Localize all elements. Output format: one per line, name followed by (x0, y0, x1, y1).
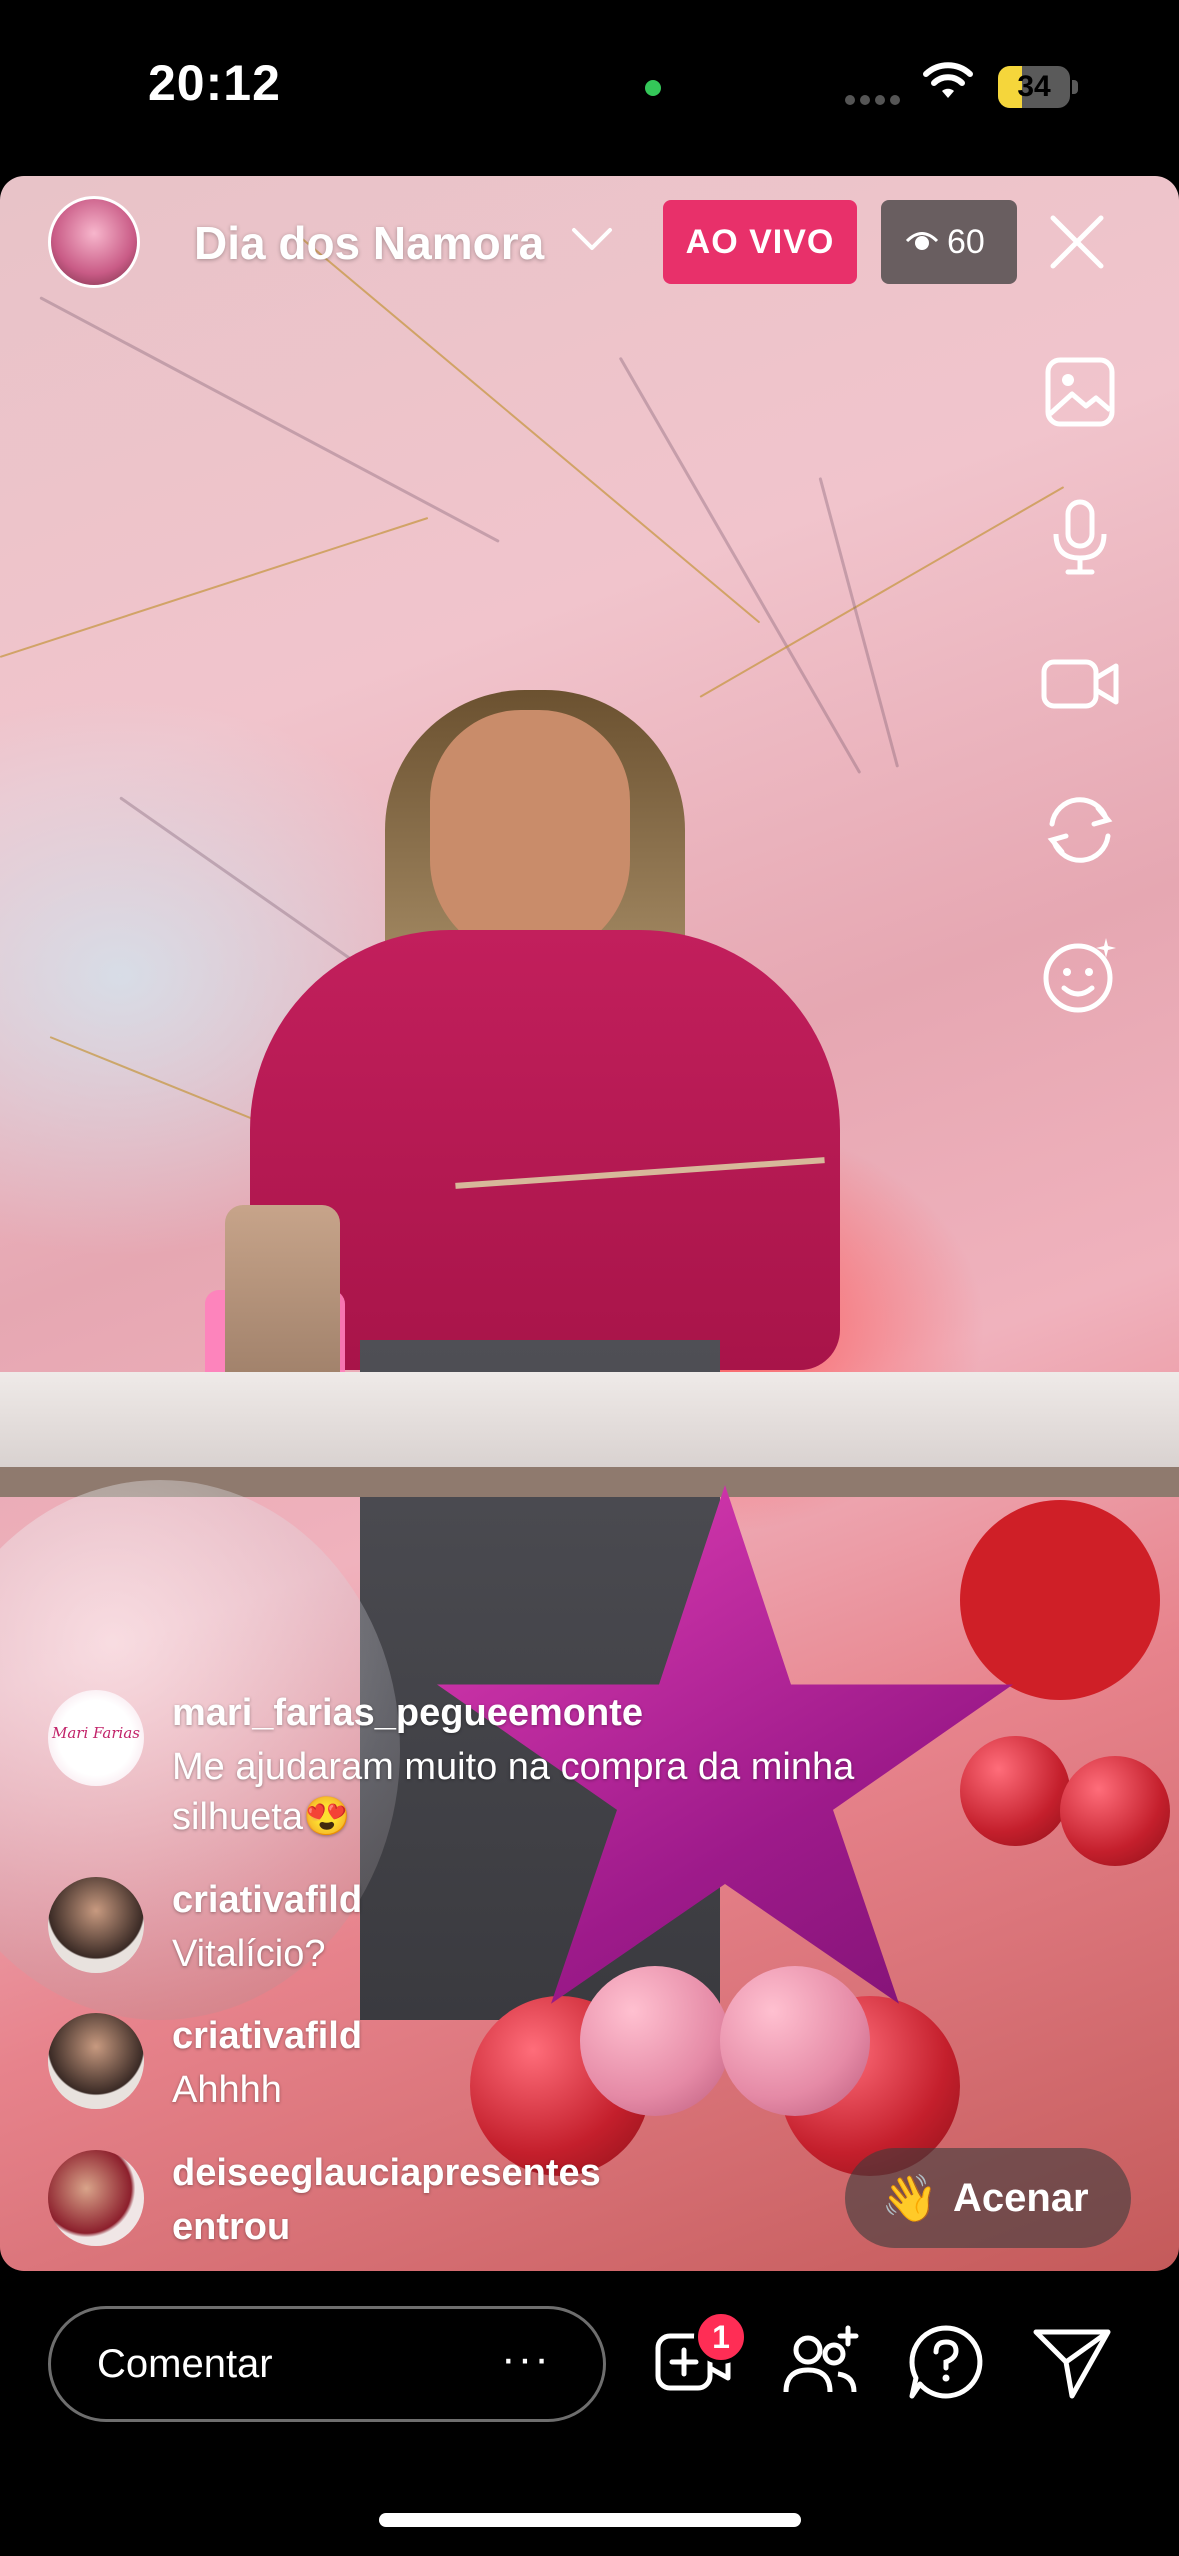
question-icon[interactable] (904, 2320, 988, 2404)
comment-text: Me ajudaram muito na compra da minha sil… (172, 1746, 855, 1838)
add-participant-icon[interactable] (778, 2320, 862, 2404)
wave-button[interactable]: 👋 Acenar (845, 2148, 1131, 2248)
status-time: 20:12 (148, 55, 281, 111)
face-effects-icon[interactable] (1040, 936, 1120, 1016)
gallery-icon[interactable] (1040, 352, 1120, 432)
viewer-count: 60 (947, 223, 985, 261)
microphone-icon[interactable] (1040, 498, 1120, 578)
heart-balloon (960, 1500, 1160, 1700)
cellular-signal-icon (845, 92, 905, 110)
commenter-avatar[interactable]: Mari Farias (48, 1690, 144, 1786)
wifi-icon (923, 62, 973, 98)
comment-username[interactable]: deiseeglauciapresentes (172, 2152, 601, 2195)
battery-level: 34 (1017, 70, 1051, 103)
eye-icon (905, 232, 939, 250)
more-options-button[interactable]: ··· (501, 2309, 551, 2409)
send-icon[interactable] (1030, 2320, 1114, 2404)
comment-username[interactable]: criativafild (172, 1879, 362, 1922)
close-icon[interactable] (1047, 212, 1107, 272)
comment-placeholder: Comentar (97, 2342, 273, 2386)
comment-username[interactable]: mari_farias_pegueemonte (172, 1692, 643, 1735)
notification-badge: 1 (694, 2310, 748, 2364)
commenter-avatar[interactable] (48, 2013, 144, 2109)
status-bar: 20:12 34 (0, 0, 1179, 176)
comment-item[interactable]: criativafild Ahhhh (48, 2013, 948, 2123)
comment-text: Ahhhh (172, 2069, 282, 2111)
comment-username[interactable]: criativafild (172, 2015, 362, 2058)
join-notice[interactable]: deiseeglauciapresentes entrou (48, 2150, 808, 2260)
live-title[interactable]: Dia dos Namora (194, 216, 544, 270)
video-camera-icon[interactable] (1040, 644, 1120, 724)
commenter-avatar[interactable] (48, 2150, 144, 2246)
flip-camera-icon[interactable] (1040, 790, 1120, 870)
battery-icon: 34 (998, 66, 1078, 108)
join-text: entrou (172, 2206, 291, 2248)
commenter-avatar-logo: Mari Farias (52, 1724, 140, 1742)
host-avatar[interactable] (48, 196, 140, 288)
camera-in-use-indicator (645, 80, 661, 96)
work-table (0, 1372, 1179, 1467)
comment-text: Vitalício? (172, 1933, 326, 1975)
live-header: Dia dos Namora AO VIVO 60 (0, 176, 1179, 316)
home-indicator[interactable] (379, 2513, 801, 2527)
viewer-count-badge[interactable]: 60 (881, 200, 1017, 284)
wave-emoji: 👋 (881, 2172, 939, 2224)
comment-input[interactable]: Comentar ··· (48, 2306, 606, 2422)
chevron-down-icon[interactable] (570, 224, 614, 254)
comment-item[interactable]: Mari Farias mari_farias_pegueemonte Me a… (48, 1690, 948, 1850)
host-face (430, 710, 630, 960)
live-badge: AO VIVO (663, 200, 857, 284)
commenter-avatar[interactable] (48, 1877, 144, 1973)
comment-item[interactable]: criativafild Vitalício? (48, 1877, 948, 1987)
wave-label: Acenar (953, 2176, 1089, 2220)
